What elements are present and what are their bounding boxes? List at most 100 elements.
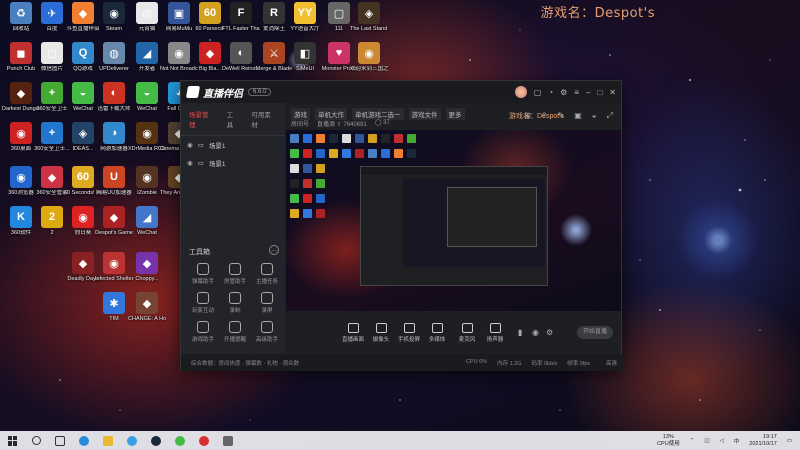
tool-button[interactable]: 游戏助手 — [187, 321, 219, 343]
scene-item[interactable]: ◉ ▭ 场景1 — [181, 154, 285, 172]
preview-desktop-icon — [290, 149, 299, 158]
tool-button[interactable]: 房管助手 — [219, 263, 251, 285]
source-control-button[interactable]: 扬声器 — [480, 323, 510, 343]
app-icon: ◆ — [72, 252, 94, 274]
tool-button[interactable]: 玩家互动 — [187, 292, 219, 314]
app-icon: ▢ — [328, 2, 350, 24]
share-icon[interactable]: ⇪ — [541, 111, 548, 121]
layout-icon[interactable]: ⊞ — [524, 111, 531, 121]
tool-grid: 弹幕助手 房管助手 主播任务玩家互动 录制 录屏游戏助手 开播提醒 高级助手 — [187, 263, 283, 343]
app-icon: ◉ — [10, 166, 32, 188]
tool-button[interactable]: 弹幕助手 — [187, 263, 219, 285]
app-icon[interactable] — [223, 435, 233, 446]
settings-icon[interactable]: ⚙ — [546, 328, 553, 337]
scene-item[interactable]: ◉ ▭ 场景1 — [181, 136, 285, 154]
breadcrumb-item[interactable]: 更多 — [445, 108, 465, 120]
preview-desktop-icon — [316, 179, 325, 188]
source-control-button[interactable]: 麦克风 — [452, 323, 482, 343]
menu-icon[interactable]: ≡ — [574, 88, 579, 97]
eye-icon[interactable]: ◉ — [187, 141, 193, 149]
source-control-button[interactable]: 手机投屏 — [394, 323, 424, 343]
app-icon: K — [10, 206, 32, 228]
bell-icon[interactable]: ◒ — [592, 111, 597, 121]
edge-browser-icon[interactable] — [79, 435, 89, 446]
browser-icon[interactable] — [127, 435, 137, 446]
app-icon: ◈ — [72, 122, 94, 144]
search-icon[interactable] — [32, 436, 41, 445]
wechat-icon[interactable] — [175, 435, 185, 446]
file-explorer-icon[interactable] — [103, 435, 113, 446]
scene-tabs: 场景管理 工具 可用素材 — [181, 103, 285, 136]
user-avatar[interactable] — [514, 86, 527, 98]
tray-expand-icon[interactable]: ⌃ — [690, 438, 695, 444]
task-view-icon[interactable] — [55, 435, 65, 446]
desktop-icon-label: 欢迎来到三国之... — [350, 66, 388, 72]
desktop-icon[interactable]: ◆ CHANGE: A Homeles... — [128, 292, 166, 323]
streaming-app-window: 直播伴侣 6.6.0 ▢ ◔ ⚙ ≡ – □ ✕ 场景管理 工具 可用素材 ◉ … — [180, 80, 623, 371]
app-icon: ◢ — [136, 206, 158, 228]
notification-icon[interactable]: ◔ — [548, 88, 553, 97]
preview-desktop-icon — [381, 149, 390, 158]
desktop-icon[interactable]: ◆ Choppy... — [128, 252, 166, 283]
tool-icon — [197, 321, 209, 333]
minimize-icon[interactable]: – — [586, 88, 590, 97]
message-icon[interactable]: ▢ — [534, 88, 542, 97]
eye-icon[interactable]: ◉ — [187, 159, 193, 167]
nested-app-window — [360, 166, 548, 286]
source-control-label: 多媒体 — [428, 337, 446, 343]
tool-icon — [229, 292, 241, 304]
tools-more-icon[interactable]: … — [269, 245, 279, 255]
lock-icon[interactable]: ▣ — [574, 111, 582, 121]
live-preview[interactable] — [286, 130, 621, 311]
desktop-icon[interactable]: YY YY语音大厅 — [286, 2, 324, 33]
tab-tools[interactable]: 工具 — [227, 109, 240, 129]
tool-button[interactable]: 录制 — [219, 292, 251, 314]
source-control-button[interactable]: 多媒体 — [422, 323, 452, 343]
preview-desktop-icon — [342, 149, 351, 158]
quality-mode[interactable]: 高清 — [606, 359, 617, 367]
app-icon: ◐ — [230, 42, 252, 64]
desktop-icon[interactable]: ◈ The Last Stand A... — [350, 2, 388, 33]
source-control-button[interactable]: 直播画面 — [338, 323, 368, 343]
preview-actions: ⊞ ⇪ ✎ ▣ ◒ ⤢ — [524, 111, 613, 121]
expand-icon[interactable]: ⤢ — [607, 111, 613, 121]
desktop-icon[interactable]: ◢ WeChat — [128, 206, 166, 237]
network-icon[interactable]: ◫ — [704, 438, 709, 444]
volume-icon[interactable]: ◁ — [720, 438, 724, 444]
steam-icon[interactable] — [151, 435, 161, 446]
app-icon: ◒ — [72, 82, 94, 104]
notification-center-icon[interactable]: ▭ — [787, 438, 792, 444]
lock-icon[interactable]: ▭ — [198, 159, 204, 167]
tool-button[interactable]: 高级助手 — [251, 321, 283, 343]
windows-start-icon[interactable] — [8, 435, 18, 446]
edit-icon[interactable]: ✎ — [557, 111, 564, 121]
tool-button[interactable]: 开播提醒 — [219, 321, 251, 343]
close-icon[interactable]: ✕ — [609, 88, 616, 97]
start-live-button[interactable]: 开始直播 — [577, 326, 613, 339]
preview-desktop-icon — [316, 149, 325, 158]
source-control-icon — [489, 323, 501, 333]
tab-materials[interactable]: 可用素材 — [251, 109, 277, 129]
app-icon: 60 — [199, 2, 221, 24]
source-control-label: 手机投屏 — [397, 337, 420, 343]
tab-scene-manager[interactable]: 场景管理 — [189, 109, 215, 129]
maximize-icon[interactable]: □ — [597, 88, 602, 97]
eye-icon[interactable]: ◉ — [532, 328, 539, 337]
input-method-icon[interactable]: 中 — [734, 437, 740, 445]
tool-button[interactable]: 主播任务 — [251, 263, 283, 285]
tool-label: 高级助手 — [255, 337, 278, 343]
app-logo-icon — [185, 86, 201, 98]
cpu-usage[interactable]: 13% CPU使用 — [657, 434, 680, 447]
lock-icon[interactable]: ▭ — [198, 141, 204, 149]
stream-watermark: 游戏名：Despot's — [540, 6, 655, 21]
desktop-icon[interactable]: ◧ SiMeUI — [286, 42, 324, 73]
desktop-icon[interactable]: ◉ 欢迎来到三国之... — [350, 42, 388, 73]
settings-icon[interactable]: ⚙ — [560, 88, 567, 97]
clock[interactable]: 19:17 2021/10/17 — [749, 434, 777, 447]
mic-level-icon[interactable]: ▮ — [518, 328, 522, 337]
source-control-button[interactable]: 摄像头 — [366, 323, 396, 343]
breadcrumb-item[interactable]: 游戏文件 — [408, 108, 441, 120]
tool-label: 弹幕助手 — [191, 279, 214, 285]
netease-icon[interactable] — [199, 435, 209, 446]
tool-button[interactable]: 录屏 — [251, 292, 283, 314]
